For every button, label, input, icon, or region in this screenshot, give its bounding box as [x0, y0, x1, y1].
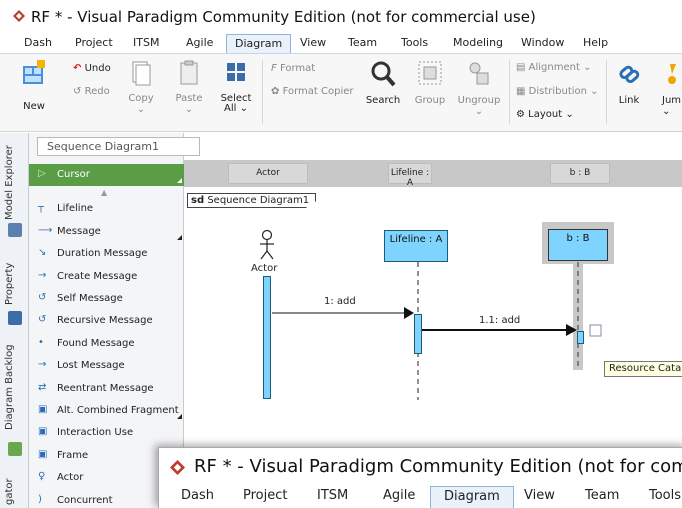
- resource-catalog-icon[interactable]: [589, 324, 602, 337]
- message-1-arrowhead: [404, 307, 414, 319]
- secondary-menu-tools[interactable]: Tools: [649, 488, 681, 503]
- secondary-app-logo-icon: [170, 460, 185, 475]
- secondary-menu-diagram[interactable]: Diagram: [430, 486, 514, 508]
- secondary-menu-itsm[interactable]: ITSM: [317, 488, 348, 503]
- lifeline-b-activation[interactable]: [577, 331, 584, 344]
- secondary-menu-agile[interactable]: Agile: [383, 488, 415, 503]
- actor-figure[interactable]: [260, 229, 274, 260]
- actor-activation[interactable]: [263, 276, 271, 399]
- message-1-label: 1: add: [324, 296, 356, 307]
- app-window: RF * - Visual Paradigm Community Edition…: [0, 0, 682, 508]
- message-2-label: 1.1: add: [479, 315, 521, 326]
- actor-label: Actor: [251, 263, 278, 274]
- secondary-window: RF * - Visual Paradigm Community Edition…: [158, 447, 682, 508]
- secondary-menu-team[interactable]: Team: [585, 488, 619, 503]
- secondary-menu-dash[interactable]: Dash: [181, 488, 214, 503]
- resource-catalog-tooltip: Resource Catalog: [604, 361, 682, 377]
- lifeline-a-box[interactable]: Lifeline : A: [384, 230, 448, 262]
- secondary-menu-project[interactable]: Project: [243, 488, 287, 503]
- secondary-menu-view[interactable]: View: [524, 488, 555, 503]
- lifeline-b-box[interactable]: b : B: [548, 229, 608, 261]
- secondary-window-title: RF * - Visual Paradigm Community Edition…: [194, 456, 682, 477]
- lifeline-a-activation[interactable]: [414, 314, 422, 354]
